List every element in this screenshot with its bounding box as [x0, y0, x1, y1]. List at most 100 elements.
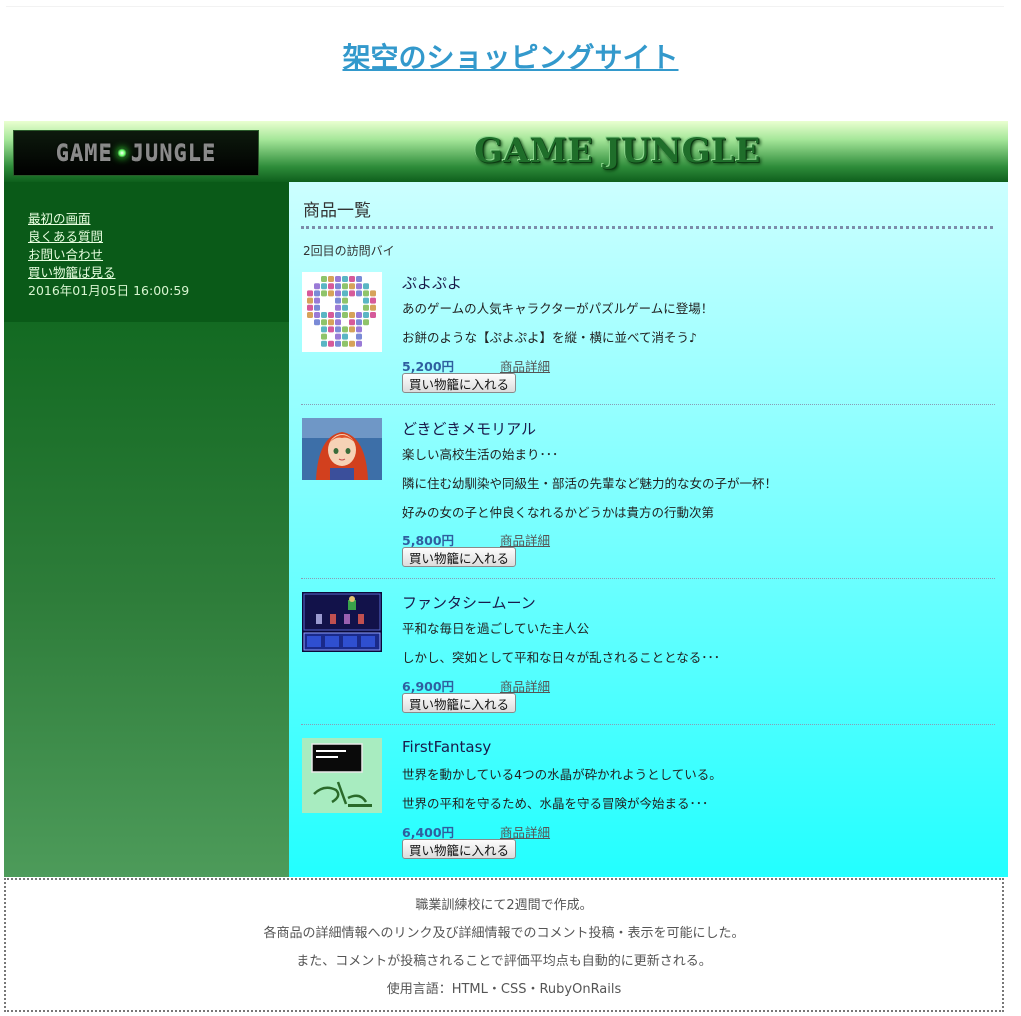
- product-name: ぷよぷよ: [402, 274, 463, 292]
- puzzle-block-icon: [328, 312, 334, 318]
- puzzle-block-icon: [349, 340, 355, 347]
- footer-line: また、コメントが投稿されることで評価平均点も自動的に更新される。: [296, 954, 712, 969]
- add-to-cart-button[interactable]: 買い物籠に入れる: [402, 373, 517, 393]
- footer-line: 職業訓練校にて2週間で作成。: [415, 898, 593, 913]
- title-divider: [301, 226, 993, 229]
- puzzle-block-icon: [314, 290, 320, 297]
- product-description-line: 平和な毎日を過ごしていた主人公: [402, 621, 590, 636]
- puzzle-block-icon: [356, 333, 362, 340]
- add-to-cart-button[interactable]: 買い物籠に入れる: [402, 839, 517, 859]
- product-divider: [301, 578, 995, 579]
- puzzle-block-icon: [321, 290, 327, 297]
- puzzle-block-icon: [321, 326, 327, 333]
- puzzle-block-icon: [314, 312, 320, 318]
- puzzle-block-icon: [356, 340, 362, 347]
- sidebar-nav-box: 最初の画面 良くある質問 お問い合わせ 買い物籠ば見る 2016年01月05日 …: [4, 182, 289, 322]
- add-to-cart-button[interactable]: 買い物籠に入れる: [402, 693, 517, 713]
- header-banner: GAME JUNGLE GAME JUNGLE: [4, 121, 1008, 182]
- puzzle-block-icon: [342, 326, 348, 333]
- puzzle-block-icon: [349, 319, 355, 326]
- site-title-link[interactable]: 架空のショッピングサイト: [0, 36, 1021, 76]
- puzzle-block-icon: [370, 297, 376, 304]
- puzzle-block-icon: [314, 304, 320, 311]
- current-timestamp: 2016年01月05日 16:00:59: [28, 283, 190, 298]
- puzzle-block-icon: [356, 290, 362, 297]
- nav-link-home[interactable]: 最初の画面: [28, 210, 189, 228]
- puzzle-block-icon: [363, 312, 369, 318]
- product-divider: [301, 404, 995, 405]
- puzzle-block-icon: [314, 319, 320, 326]
- puzzle-block-icon: [342, 297, 348, 304]
- puzzle-block-icon: [328, 319, 334, 326]
- puzzle-block-icon: [363, 304, 369, 311]
- footer: 職業訓練校にて2週間で作成。 各商品の詳細情報へのリンク及び詳細情報でのコメント…: [4, 878, 1004, 1012]
- puzzle-block-icon: [321, 283, 327, 290]
- puzzle-block-icon: [342, 276, 348, 282]
- puzzle-block-icon: [363, 283, 369, 290]
- product-divider: [301, 724, 995, 725]
- puzzle-block-icon: [342, 290, 348, 297]
- puzzle-block-icon: [363, 319, 369, 326]
- puzzle-block-icon: [342, 340, 348, 347]
- product-description-line: 世界を動かしている4つの水晶が砕かれようとしている。: [402, 767, 722, 782]
- nav-link-contact[interactable]: お問い合わせ: [28, 246, 189, 264]
- puzzle-block-icon: [356, 326, 362, 333]
- add-to-cart-button[interactable]: 買い物籠に入れる: [402, 547, 517, 567]
- puzzle-block-icon: [328, 326, 334, 333]
- puzzle-block-icon: [328, 283, 334, 290]
- main-content: 商品一覧 2回目の訪問バイ ぷよぷよ あのゲームの人気キャラクターがパズルゲーム…: [289, 182, 1008, 877]
- product-description-line: 隣に住む幼馴染や同級生・部活の先輩など魅力的な女の子が一杯！: [402, 476, 778, 491]
- puzzle-block-icon: [321, 333, 327, 340]
- puzzle-block-icon: [335, 297, 341, 304]
- puzzle-block-icon: [370, 312, 376, 318]
- puzzle-block-icon: [363, 290, 369, 297]
- puzzle-block-icon: [328, 290, 334, 297]
- product-name: どきどきメモリアル: [402, 420, 536, 438]
- banner-title: GAME JUNGLE: [474, 131, 761, 171]
- footer-line: 各商品の詳細情報へのリンク及び詳細情報でのコメント投稿・表示を可能にした。: [263, 926, 745, 941]
- puzzle-block-icon: [335, 319, 341, 326]
- nav-link-view-cart[interactable]: 買い物籠ば見る: [28, 264, 189, 282]
- puzzle-block-icon: [349, 290, 355, 297]
- puzzle-block-icon: [307, 312, 313, 318]
- puzzle-block-icon: [328, 276, 334, 282]
- skull-puzzle-thumbnail[interactable]: [302, 272, 382, 352]
- page-title: 商品一覧: [303, 201, 371, 221]
- title-screen-thumbnail[interactable]: [302, 738, 382, 813]
- puzzle-block-icon: [307, 297, 313, 304]
- logo-spark-icon: [116, 148, 127, 158]
- puzzle-block-icon: [335, 283, 341, 290]
- puzzle-block-icon: [342, 304, 348, 311]
- puzzle-block-icon: [335, 326, 341, 333]
- sidebar-nav: 最初の画面 良くある質問 お問い合わせ 買い物籠ば見る 2016年01月05日 …: [28, 210, 189, 300]
- footer-line: 使用言語：HTML・CSS・RubyOnRails: [386, 982, 622, 997]
- anime-girl-thumbnail[interactable]: [302, 418, 382, 480]
- puzzle-block-icon: [349, 283, 355, 290]
- product-description-line: しかし、突如として平和な日々が乱されることとなる･･･: [402, 650, 721, 665]
- puzzle-block-icon: [328, 340, 334, 347]
- product-description-line: あのゲームの人気キャラクターがパズルゲームに登場！: [402, 301, 714, 316]
- top-divider: [6, 6, 1004, 7]
- puzzle-block-icon: [349, 276, 355, 282]
- nav-link-faq[interactable]: 良くある質問: [28, 228, 189, 246]
- puzzle-block-icon: [356, 319, 362, 326]
- puzzle-block-icon: [342, 312, 348, 318]
- puzzle-block-icon: [363, 297, 369, 304]
- puzzle-block-icon: [321, 276, 327, 282]
- puzzle-block-icon: [321, 319, 327, 326]
- logo-text-jungle: JUNGLE: [130, 140, 217, 166]
- puzzle-block-icon: [356, 283, 362, 290]
- rpg-battle-thumbnail[interactable]: [302, 592, 382, 652]
- product-name: ファンタシームーン: [402, 594, 536, 612]
- sidebar: 最初の画面 良くある質問 お問い合わせ 買い物籠ば見る 2016年01月05日 …: [4, 182, 289, 877]
- puzzle-block-icon: [307, 290, 313, 297]
- puzzle-block-icon: [307, 304, 313, 311]
- product-description-line: 世界の平和を守るため、水晶を守る冒険が今始まる･･･: [402, 796, 709, 811]
- puzzle-block-icon: [349, 312, 355, 318]
- game-jungle-logo[interactable]: GAME JUNGLE: [13, 130, 259, 176]
- puzzle-block-icon: [370, 290, 376, 297]
- puzzle-block-icon: [342, 283, 348, 290]
- puzzle-block-icon: [321, 312, 327, 318]
- puzzle-block-icon: [349, 326, 355, 333]
- product-description-line: 好みの女の子と仲良くなれるかどうかは貴方の行動次第: [402, 505, 715, 520]
